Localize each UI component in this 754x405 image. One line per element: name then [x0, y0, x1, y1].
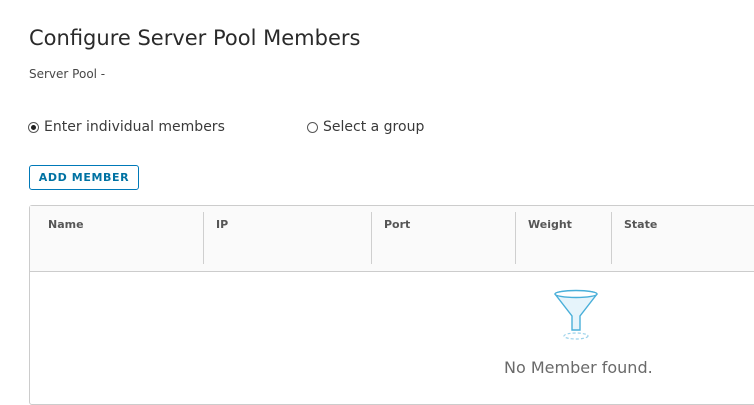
page-title: Configure Server Pool Members	[29, 26, 361, 50]
column-header-ip[interactable]: IP	[216, 206, 366, 264]
empty-state-text: No Member found.	[504, 358, 653, 377]
column-separator[interactable]	[611, 212, 612, 264]
radio-select-group-control[interactable]	[307, 121, 318, 133]
column-header-weight[interactable]: Weight	[528, 206, 608, 264]
radio-select-group-label[interactable]: Select a group	[323, 119, 424, 135]
add-member-button[interactable]: ADD MEMBER	[29, 165, 139, 190]
radio-individual-members[interactable]: Enter individual members	[28, 119, 225, 135]
radio-select-group[interactable]: Select a group	[307, 119, 424, 135]
column-separator[interactable]	[515, 212, 516, 264]
column-header-state[interactable]: State	[624, 206, 744, 264]
radio-individual-members-label[interactable]: Enter individual members	[44, 119, 225, 135]
column-separator[interactable]	[371, 212, 372, 264]
server-pool-subtitle: Server Pool -	[29, 67, 106, 81]
radio-individual-members-control[interactable]	[28, 121, 39, 133]
filter-funnel-icon	[552, 288, 600, 346]
column-header-port[interactable]: Port	[384, 206, 504, 264]
column-separator[interactable]	[203, 212, 204, 264]
datagrid-header: Name IP Port Weight State	[30, 206, 754, 272]
members-datagrid: Name IP Port Weight State No Member foun…	[29, 205, 754, 405]
column-header-name[interactable]: Name	[48, 206, 198, 264]
